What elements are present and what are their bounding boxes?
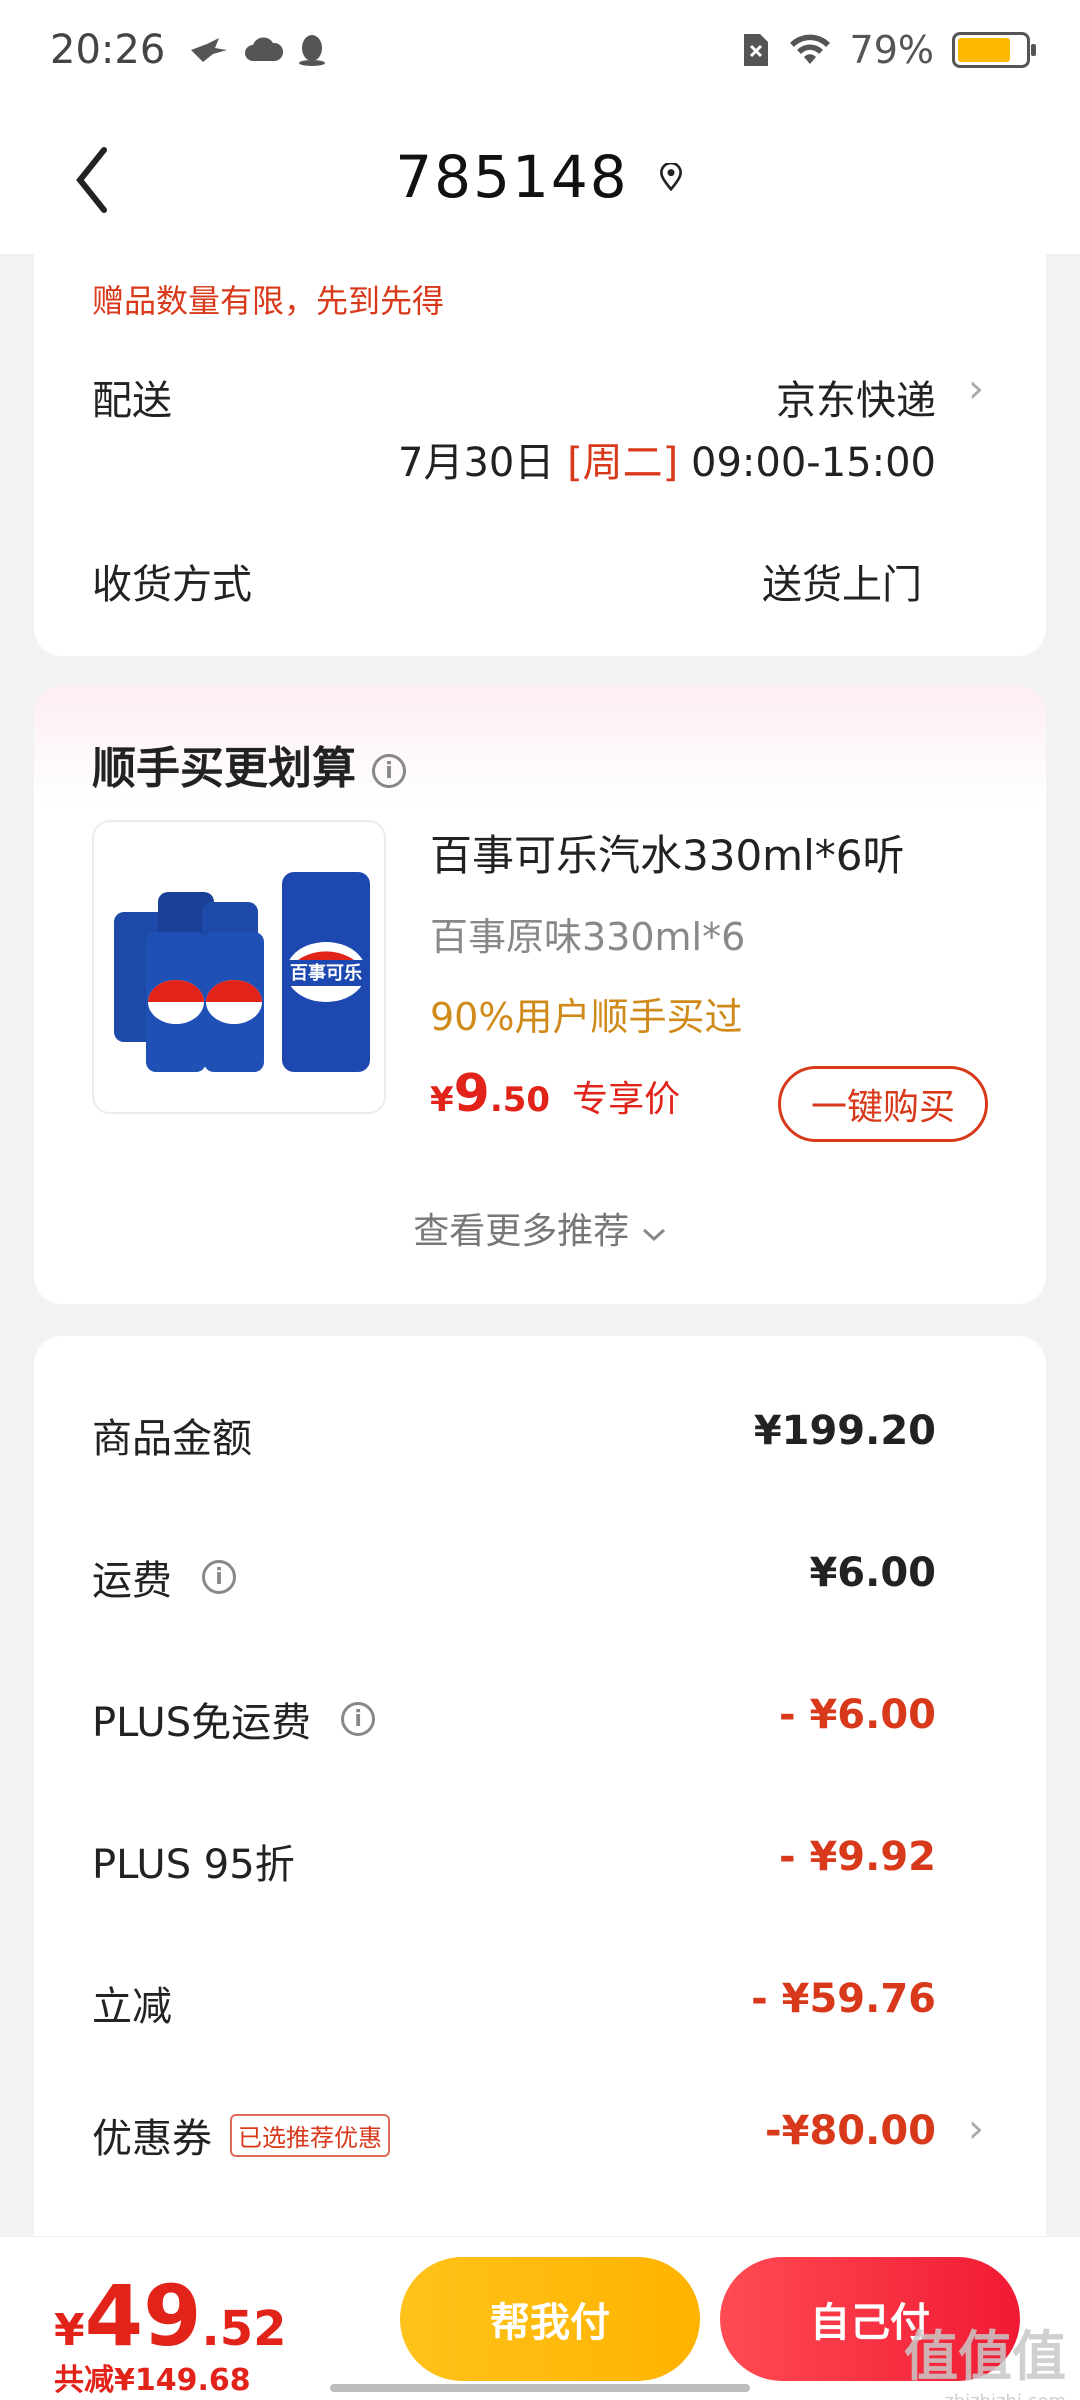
fee-label: 立减 bbox=[92, 1984, 172, 2030]
chevron-left-icon[interactable] bbox=[64, 140, 124, 220]
fee-label: PLUS 95折 bbox=[92, 1842, 295, 1888]
cloud-icon bbox=[245, 37, 284, 61]
carrier-value[interactable]: 京东快递 bbox=[776, 368, 936, 426]
status-time: 20:26 bbox=[50, 27, 166, 73]
info-icon[interactable]: i bbox=[341, 1702, 376, 1736]
wifi-icon bbox=[789, 34, 830, 64]
sim-icon bbox=[743, 34, 768, 66]
fee-value: ¥199.20 bbox=[753, 1408, 936, 1454]
fee-row-plus-discount: PLUS 95折 - ¥9.92 bbox=[34, 1812, 1046, 1902]
gift-note: 赠品数量有限，先到先得 bbox=[92, 282, 445, 320]
recommend-title-text: 顺手买更划算 bbox=[92, 743, 356, 794]
coupon-value: -¥80.00 bbox=[765, 2108, 936, 2154]
fee-label: PLUS免运费 bbox=[92, 1700, 312, 1746]
more-recommend-label: 查看更多推荐 bbox=[413, 1211, 630, 1252]
product-image-text: 百事可乐 bbox=[290, 962, 362, 984]
product-image[interactable]: 百事可乐 bbox=[92, 820, 386, 1114]
product-spec: 百事原味330ml*6 bbox=[430, 915, 746, 959]
help-pay-button[interactable]: 帮我付 bbox=[400, 2257, 700, 2381]
recommend-title: 顺手买更划算 i bbox=[92, 732, 406, 796]
battery-fill bbox=[958, 38, 1011, 62]
info-icon[interactable]: i bbox=[372, 754, 406, 788]
coupon-tag: 已选推荐优惠 bbox=[230, 2113, 390, 2157]
fee-value: - ¥6.00 bbox=[778, 1692, 936, 1738]
fee-row-shipping: 运费 i ¥6.00 bbox=[34, 1528, 1046, 1618]
fee-row-coupon[interactable]: 优惠券 已选推荐优惠 -¥80.00 › bbox=[34, 2086, 1046, 2176]
fee-row-plus-free-shipping: PLUS免运费 i - ¥6.00 bbox=[34, 1670, 1046, 1760]
page-title: 785148 bbox=[395, 143, 629, 211]
price-currency: ¥ bbox=[430, 1080, 454, 1120]
delivery-card: 赠品数量有限，先到先得 配送 京东快递 › 7月30日 [周二] 09:00-1… bbox=[34, 230, 1046, 656]
fee-value: - ¥9.92 bbox=[778, 1834, 936, 1880]
home-indicator[interactable] bbox=[330, 2384, 750, 2392]
delivery-weekday: [周二] bbox=[567, 440, 679, 486]
product-price: ¥9.50 专享价 bbox=[430, 1064, 680, 1124]
location-pin-icon[interactable] bbox=[657, 163, 685, 191]
status-bar: 20:26 79% bbox=[0, 0, 1080, 100]
total-saved: 共减¥149.68 bbox=[54, 2363, 251, 2398]
chevron-right-icon[interactable]: › bbox=[968, 2106, 984, 2152]
recommend-card: 顺手买更划算 i 百事可乐 百事可乐汽水330ml*6听 百事原味330ml*6… bbox=[34, 686, 1046, 1304]
product-hint: 90%用户顺手买过 bbox=[430, 995, 743, 1039]
bird-icon bbox=[191, 38, 228, 62]
one-click-buy-button[interactable]: 一键购买 bbox=[778, 1066, 988, 1142]
chevron-down-icon bbox=[642, 1228, 665, 1242]
cola-cans-image: 百事可乐 bbox=[114, 872, 370, 1072]
watermark-subtext: zhizhizhi.com bbox=[904, 2391, 1066, 2400]
delivery-time[interactable]: 7月30日 [周二] 09:00-15:00 bbox=[398, 430, 936, 488]
price-decimal: .50 bbox=[489, 1080, 551, 1120]
fee-row-goods: 商品金额 ¥199.20 bbox=[34, 1386, 1046, 1476]
delivery-window: 09:00-15:00 bbox=[691, 440, 936, 486]
delivery-label: 配送 bbox=[92, 378, 172, 424]
fee-row-instant-discount: 立减 - ¥59.76 bbox=[34, 1954, 1046, 2044]
battery-percent: 79% bbox=[849, 28, 934, 72]
delivery-date: 7月30日 bbox=[398, 440, 555, 486]
info-icon[interactable]: i bbox=[202, 1560, 236, 1594]
chevron-right-icon[interactable]: › bbox=[968, 366, 984, 412]
price-tag: 专享价 bbox=[572, 1079, 681, 1120]
total-integer: 49 bbox=[84, 2267, 202, 2365]
total-decimal: .52 bbox=[201, 2301, 287, 2357]
coupon-label: 优惠券 bbox=[92, 2116, 212, 2162]
receive-method-label: 收货方式 bbox=[92, 562, 252, 608]
battery-icon bbox=[952, 32, 1036, 68]
total-price: ¥49.52 bbox=[54, 2267, 287, 2365]
watermark-text: 值值值 bbox=[904, 2325, 1066, 2388]
order-confirm-page: 20:26 79% 785148 赠品数量有限，先到先得 配送 京东快递 › 7… bbox=[0, 0, 1080, 2400]
fee-label: 商品金额 bbox=[92, 1416, 252, 1462]
product-name[interactable]: 百事可乐汽水330ml*6听 bbox=[430, 822, 904, 883]
total-currency: ¥ bbox=[54, 2305, 85, 2356]
receive-method-value[interactable]: 送货上门 bbox=[762, 552, 922, 610]
fee-label: 运费 bbox=[92, 1558, 172, 1604]
fee-value: - ¥59.76 bbox=[751, 1976, 936, 2022]
more-recommend-link[interactable]: 查看更多推荐 bbox=[34, 1202, 1046, 1254]
fee-card: 商品金额 ¥199.20 运费 i ¥6.00 PLUS免运费 i - ¥6.00 … bbox=[34, 1336, 1046, 2256]
fee-value: ¥6.00 bbox=[809, 1550, 936, 1596]
watermark-logo: 值值值 zhizhizhi.com bbox=[904, 2312, 1066, 2400]
price-integer: 9 bbox=[453, 1064, 490, 1124]
penguin-icon bbox=[299, 35, 326, 66]
